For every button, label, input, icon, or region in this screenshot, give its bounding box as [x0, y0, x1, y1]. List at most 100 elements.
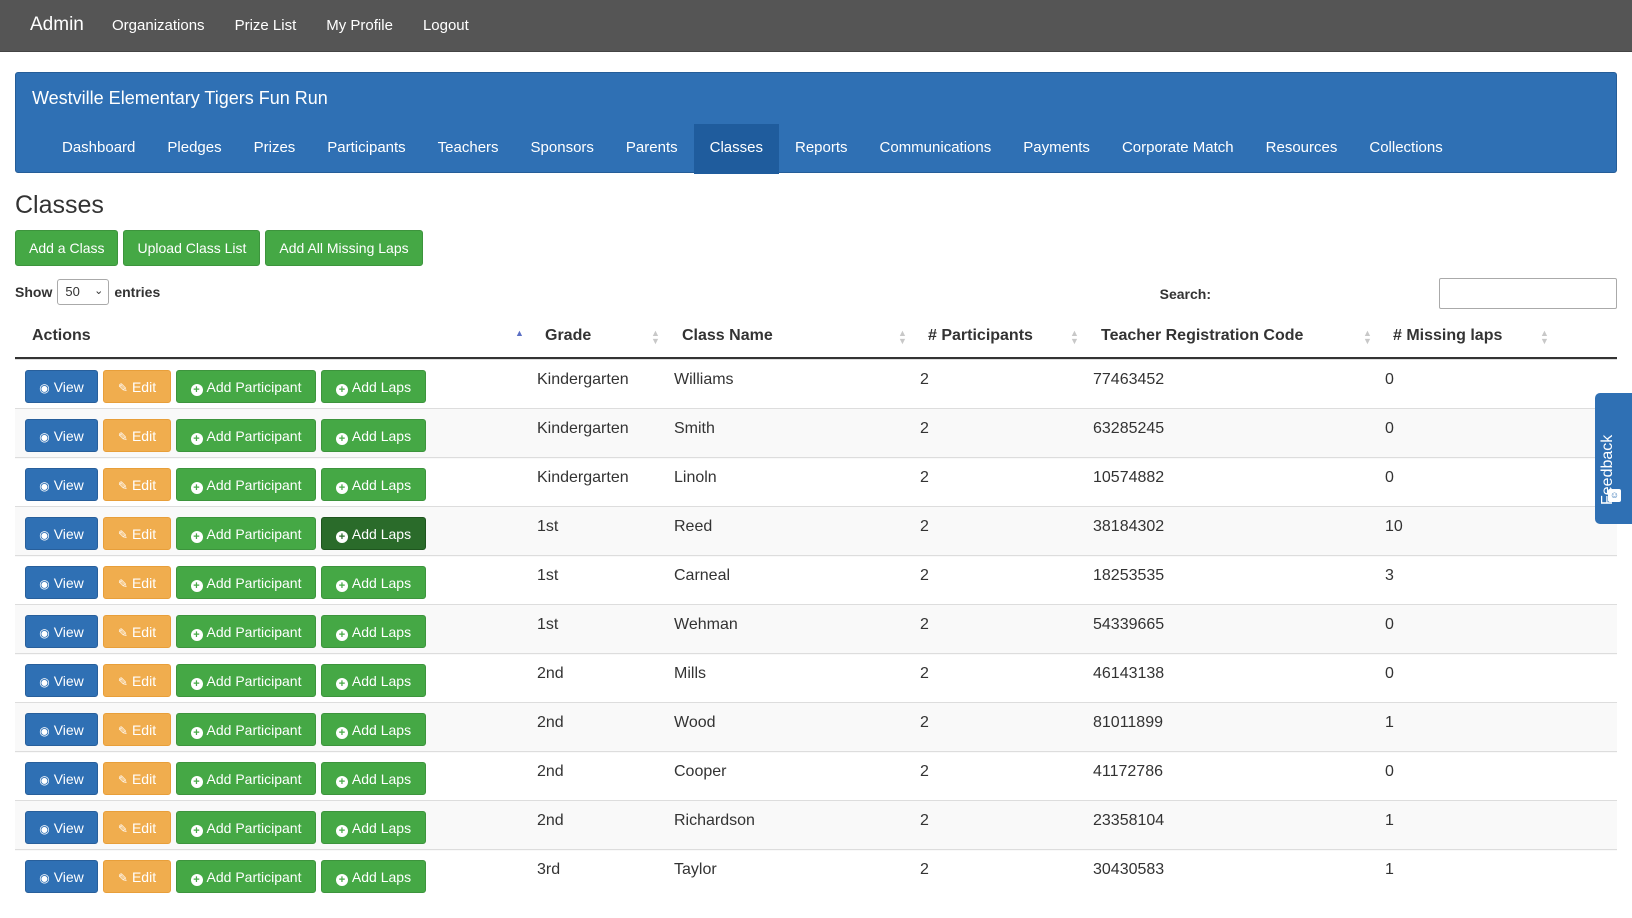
view-button[interactable]: ◉ View: [25, 419, 98, 452]
tab-participants[interactable]: Participants: [311, 124, 421, 174]
cell-class-name: Smith: [674, 420, 715, 437]
edit-label: Edit: [131, 673, 157, 689]
header-participants[interactable]: # Participants: [928, 327, 1033, 345]
edit-button[interactable]: ✎ Edit: [103, 370, 171, 403]
add-participant-button[interactable]: + Add Participant: [176, 370, 316, 403]
add-laps-button[interactable]: + Add Laps: [321, 517, 426, 550]
plus-circle-icon: +: [335, 874, 348, 886]
table-row: ◉ View ✎ Edit + Add Participant + Add Laps Kinde…: [15, 457, 1617, 508]
edit-button[interactable]: ✎ Edit: [103, 419, 171, 452]
plus-circle-icon: +: [335, 433, 348, 445]
header-class-name[interactable]: Class Name: [682, 327, 773, 345]
view-button[interactable]: ◉ View: [25, 811, 98, 844]
add-participant-label: Add Participant: [206, 722, 302, 738]
top-navbar: Admin Organizations Prize List My Profil…: [0, 0, 1632, 52]
entries-select[interactable]: 50 ⌄: [57, 279, 110, 305]
tab-resources[interactable]: Resources: [1250, 124, 1354, 174]
edit-button[interactable]: ✎ Edit: [103, 762, 171, 795]
add-laps-button[interactable]: + Add Laps: [321, 566, 426, 599]
tab-communications[interactable]: Communications: [864, 124, 1008, 174]
view-button[interactable]: ◉ View: [25, 664, 98, 697]
edit-button[interactable]: ✎ Edit: [103, 468, 171, 501]
cell-teacher-code: 18253535: [1093, 567, 1165, 584]
add-participant-button[interactable]: + Add Participant: [176, 615, 316, 648]
view-button[interactable]: ◉ View: [25, 517, 98, 550]
view-button[interactable]: ◉ View: [25, 762, 98, 795]
edit-button[interactable]: ✎ Edit: [103, 811, 171, 844]
tab-teachers[interactable]: Teachers: [422, 124, 515, 174]
add-participant-button[interactable]: + Add Participant: [176, 713, 316, 746]
add-participant-button[interactable]: + Add Participant: [176, 468, 316, 501]
sort-icon[interactable]: ▲ ▼: [1070, 329, 1079, 346]
view-label: View: [53, 722, 84, 738]
search-input[interactable]: [1439, 278, 1617, 309]
pencil-icon: ✎: [117, 675, 128, 689]
view-button[interactable]: ◉ View: [25, 615, 98, 648]
feedback-tab[interactable]: ☺ Feedback: [1595, 393, 1632, 524]
nav-link-my-profile[interactable]: My Profile: [326, 17, 393, 34]
sort-icon[interactable]: ▲ ▼: [898, 329, 907, 346]
view-button[interactable]: ◉ View: [25, 370, 98, 403]
view-button[interactable]: ◉ View: [25, 566, 98, 599]
add-laps-button[interactable]: + Add Laps: [321, 713, 426, 746]
tab-reports[interactable]: Reports: [779, 124, 864, 174]
add-laps-button[interactable]: + Add Laps: [321, 811, 426, 844]
nav-link-prize-list[interactable]: Prize List: [235, 17, 297, 34]
view-button[interactable]: ◉ View: [25, 468, 98, 501]
view-button[interactable]: ◉ View: [25, 713, 98, 746]
header-teacher-registration-code[interactable]: Teacher Registration Code: [1101, 327, 1303, 345]
tab-collections[interactable]: Collections: [1353, 124, 1458, 174]
tab-sponsors[interactable]: Sponsors: [515, 124, 610, 174]
edit-button[interactable]: ✎ Edit: [103, 517, 171, 550]
add-laps-button[interactable]: + Add Laps: [321, 615, 426, 648]
edit-button[interactable]: ✎ Edit: [103, 615, 171, 648]
plus-circle-icon: +: [190, 727, 203, 739]
add-participant-button[interactable]: + Add Participant: [176, 419, 316, 452]
add-class-button[interactable]: Add a Class: [15, 230, 119, 266]
header-missing-laps[interactable]: # Missing laps: [1393, 327, 1502, 345]
chevron-down-icon: ⌄: [94, 285, 104, 297]
header-actions[interactable]: Actions: [32, 327, 91, 345]
add-laps-button[interactable]: + Add Laps: [321, 468, 426, 501]
tab-classes[interactable]: Classes: [693, 124, 779, 174]
add-participant-button[interactable]: + Add Participant: [176, 811, 316, 844]
edit-button[interactable]: ✎ Edit: [103, 713, 171, 746]
upload-class-list-button[interactable]: Upload Class List: [123, 230, 261, 266]
add-participant-button[interactable]: + Add Participant: [176, 860, 316, 893]
sort-icon[interactable]: ▲ ▼: [651, 329, 660, 346]
tab-prizes[interactable]: Prizes: [238, 124, 312, 174]
add-all-missing-laps-button[interactable]: Add All Missing Laps: [265, 230, 423, 266]
add-laps-button[interactable]: + Add Laps: [321, 860, 426, 893]
tab-dashboard[interactable]: Dashboard: [46, 124, 151, 174]
add-participant-button[interactable]: + Add Participant: [176, 664, 316, 697]
edit-button[interactable]: ✎ Edit: [103, 566, 171, 599]
edit-button[interactable]: ✎ Edit: [103, 664, 171, 697]
plus-circle-icon: +: [335, 776, 348, 788]
sort-icon[interactable]: ▲ ▼: [1540, 329, 1549, 346]
search-label: Search:: [1159, 286, 1211, 302]
add-laps-button[interactable]: + Add Laps: [321, 370, 426, 403]
add-laps-label: Add Laps: [351, 869, 412, 885]
add-participant-button[interactable]: + Add Participant: [176, 566, 316, 599]
add-participant-button[interactable]: + Add Participant: [176, 762, 316, 795]
add-laps-button[interactable]: + Add Laps: [321, 664, 426, 697]
add-participant-button[interactable]: + Add Participant: [176, 517, 316, 550]
add-participant-label: Add Participant: [206, 379, 302, 395]
tab-pledges[interactable]: Pledges: [151, 124, 237, 174]
view-button[interactable]: ◉ View: [25, 860, 98, 893]
nav-link-logout[interactable]: Logout: [423, 17, 469, 34]
edit-label: Edit: [131, 477, 157, 493]
show-label: Show: [15, 284, 53, 300]
edit-button[interactable]: ✎ Edit: [103, 860, 171, 893]
nav-link-organizations[interactable]: Organizations: [112, 17, 205, 34]
eye-icon: ◉: [39, 675, 50, 689]
brand-admin[interactable]: Admin: [30, 14, 84, 36]
tab-corporate-match[interactable]: Corporate Match: [1106, 124, 1250, 174]
add-laps-button[interactable]: + Add Laps: [321, 762, 426, 795]
add-laps-button[interactable]: + Add Laps: [321, 419, 426, 452]
header-grade[interactable]: Grade: [545, 327, 591, 345]
sort-icon[interactable]: ▲ ▼: [1363, 329, 1372, 346]
tab-parents[interactable]: Parents: [610, 124, 694, 174]
tab-payments[interactable]: Payments: [1007, 124, 1106, 174]
sort-asc-icon[interactable]: ▲: [515, 329, 524, 338]
